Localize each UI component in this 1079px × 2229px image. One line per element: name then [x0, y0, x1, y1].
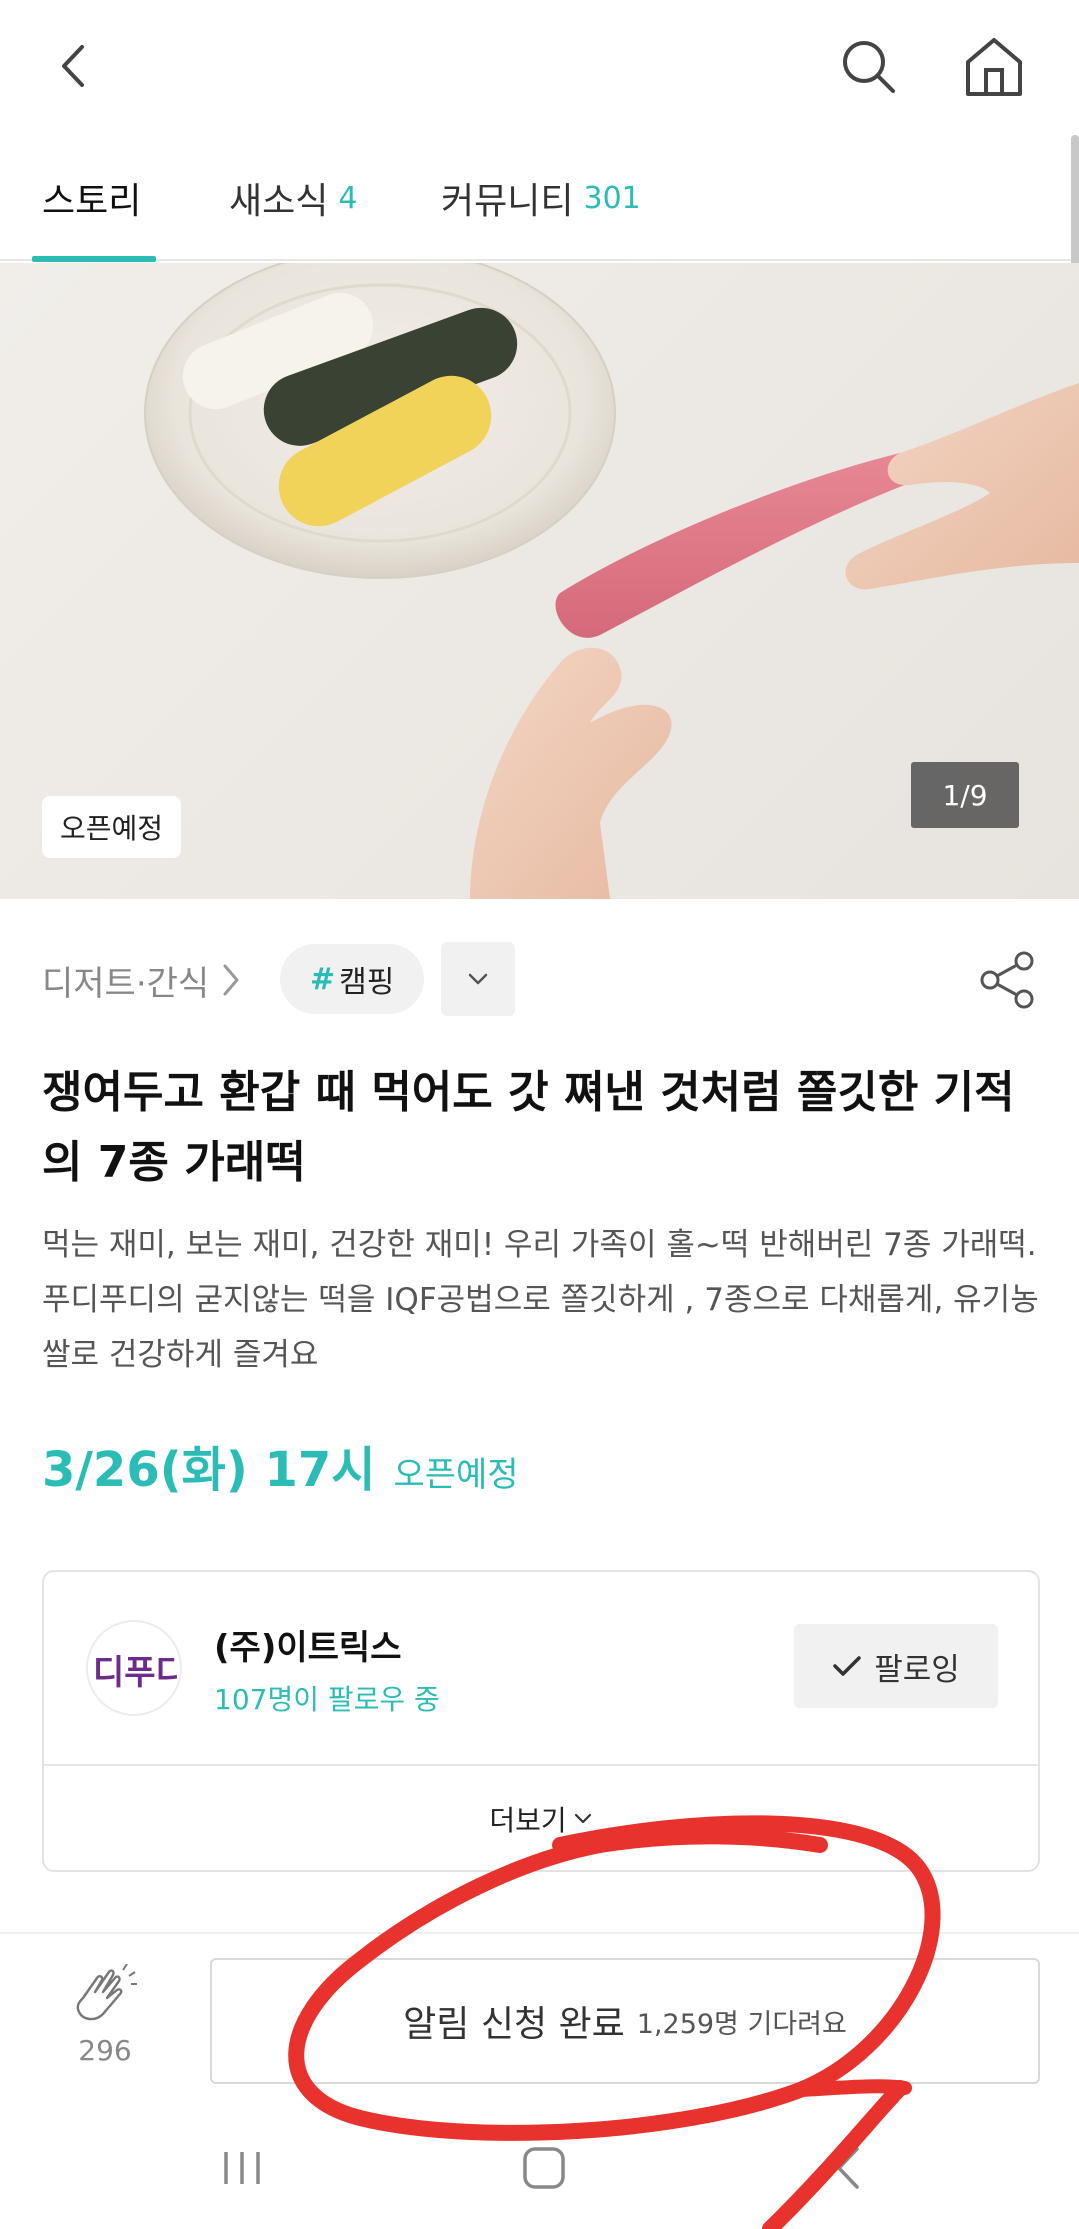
active-tab-indicator [32, 256, 156, 262]
clap-icon [76, 1963, 137, 2021]
share-icon [980, 951, 1034, 1009]
tab-label: 새소식 [229, 181, 329, 222]
check-icon [833, 1656, 861, 1676]
tab-news[interactable]: 새소식 4 [229, 135, 357, 261]
more-button[interactable]: 더보기 [44, 1766, 1038, 1872]
chevron-down-icon [468, 973, 488, 985]
clap-count: 296 [78, 2034, 132, 2067]
project-description: 먹는 재미, 보는 재미, 건강한 재미! 우리 가족이 홀~떡 반해버린 7종… [42, 1227, 1039, 1373]
tab-label: 커뮤니티 [441, 181, 574, 222]
share-button[interactable] [976, 940, 1040, 1020]
open-date: 3/26(화) 17시 오픈예정 [42, 1430, 519, 1502]
clap-button[interactable]: 296 [60, 1963, 150, 2067]
tab-count: 301 [583, 180, 641, 216]
following-button[interactable]: 팔로잉 [794, 1624, 998, 1708]
maker-card: 디푸디 (주)이트릭스 107명이 팔로우 중 팔로잉 더보기 [42, 1570, 1040, 1872]
system-nav-bar [0, 2107, 1079, 2229]
home-icon[interactable] [958, 30, 1030, 102]
home-nav-icon[interactable] [504, 2133, 584, 2203]
back-nav-icon[interactable] [808, 2133, 888, 2203]
search-icon[interactable] [832, 30, 904, 102]
logo-text: 디푸디 [93, 1653, 177, 1693]
following-label: 팔로잉 [874, 1651, 960, 1688]
back-icon[interactable] [38, 30, 110, 102]
chevron-right-icon [223, 964, 239, 996]
tab-bar: 스토리 새소식 4 커뮤니티 301 [0, 135, 1079, 262]
notify-waiting-count: 1,259명 기다려요 [636, 2008, 847, 2040]
maker-name[interactable]: (주)이트릭스 [214, 1620, 401, 1669]
maker-logo-mark: 디푸디 [93, 1653, 177, 1693]
image-pager: 1/9 [911, 762, 1019, 828]
category-row: 디저트·간식 # 캠핑 [0, 940, 1079, 1020]
tag-dropdown-button[interactable] [441, 942, 515, 1016]
recents-icon[interactable] [202, 2133, 282, 2203]
more-label: 더보기 [489, 1804, 567, 1837]
top-app-bar [0, 0, 1079, 135]
scrollbar[interactable] [1071, 135, 1079, 270]
maker-followers: 107명이 팔로우 중 [214, 1683, 440, 1716]
hash-icon: # [310, 961, 336, 997]
category-label: 디저트·간식 [42, 963, 210, 1004]
open-date-value: 3/26(화) 17시 [42, 1442, 376, 1498]
maker-logo[interactable]: 디푸디 [86, 1620, 182, 1716]
tag-chip[interactable]: # 캠핑 [280, 944, 425, 1014]
tag-label: 캠핑 [339, 965, 395, 1000]
open-state: 오픈예정 [393, 1455, 519, 1495]
tab-count: 4 [338, 180, 358, 216]
project-title: 쟁여두고 환갑 때 먹어도 갓 쪄낸 것처럼 쫄깃한 기적의 7종 가래떡 [42, 1067, 1015, 1188]
tab-story[interactable]: 스토리 [42, 135, 141, 261]
tab-community[interactable]: 커뮤니티 301 [441, 135, 641, 261]
notify-label: 알림 신청 완료 [403, 2004, 625, 2045]
open-soon-badge: 오픈예정 [42, 796, 182, 858]
bottom-action-bar: 296 알림 신청 완료 1,259명 기다려요 [0, 1932, 1079, 2107]
notify-button[interactable]: 알림 신청 완료 1,259명 기다려요 [210, 1958, 1040, 2084]
category-link[interactable]: 디저트·간식 [42, 940, 243, 1020]
tab-label: 스토리 [42, 181, 142, 222]
chevron-down-icon [574, 1813, 591, 1824]
